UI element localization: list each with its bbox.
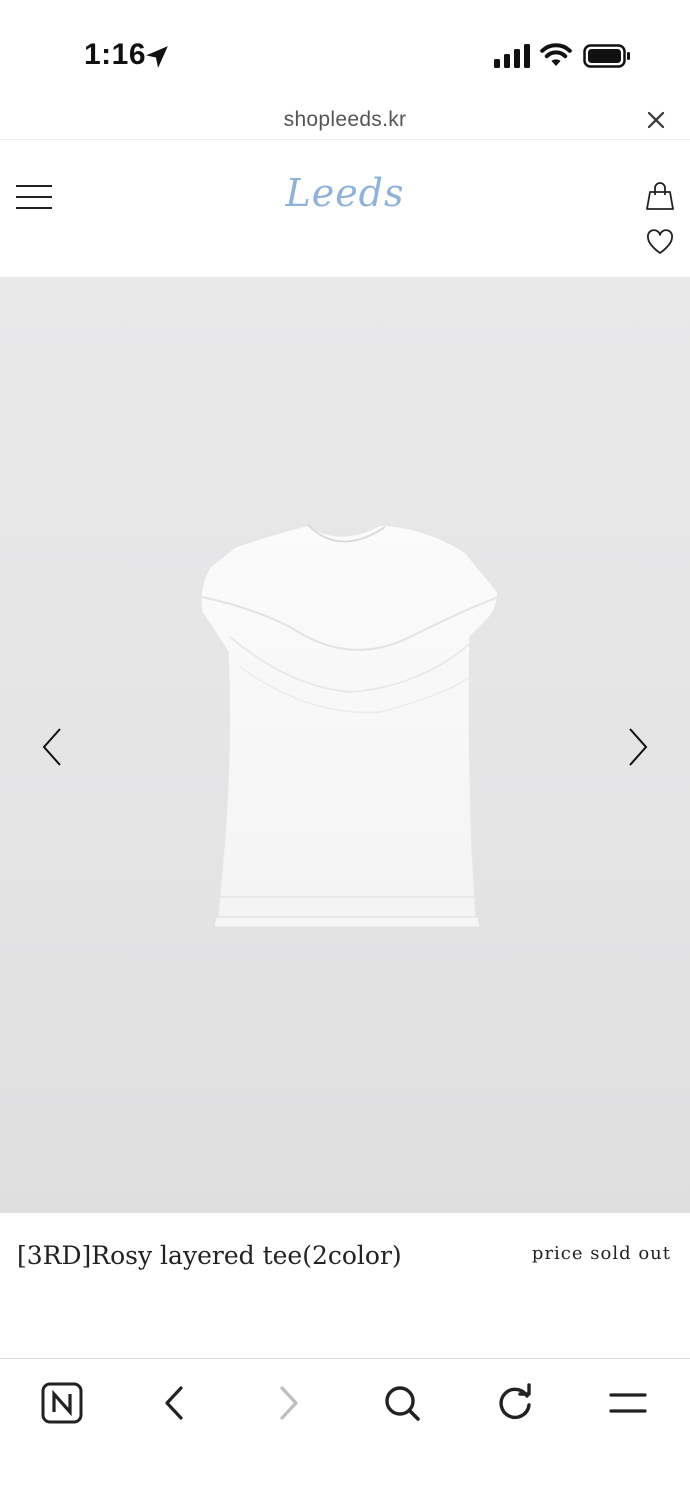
chevron-right-icon[interactable] [622, 725, 654, 769]
forward-arrow-icon[interactable] [264, 1379, 312, 1427]
product-name: [3RD]Rosy layered tee(2color) [17, 1241, 402, 1270]
site-logo[interactable]: Leeds [0, 171, 690, 215]
status-bar: 1:16 [0, 0, 690, 100]
battery-icon [583, 44, 630, 68]
naver-n-icon[interactable] [38, 1379, 86, 1427]
heart-icon[interactable] [646, 229, 674, 255]
menu-icon[interactable] [604, 1379, 652, 1427]
wifi-icon [540, 43, 572, 66]
url-bar: shopleeds.kr [0, 100, 690, 140]
price-status: price sold out [531, 1243, 671, 1264]
refresh-icon[interactable] [491, 1379, 539, 1427]
product-info: [3RD]Rosy layered tee(2color) price sold… [0, 1213, 690, 1359]
cellular-signal-icon [494, 44, 530, 68]
chevron-left-icon[interactable] [36, 725, 68, 769]
search-icon[interactable] [378, 1379, 426, 1427]
product-image[interactable] [0, 277, 690, 1213]
url-text[interactable]: shopleeds.kr [0, 108, 690, 132]
browser-toolbar [0, 1358, 690, 1500]
back-arrow-icon[interactable] [151, 1379, 199, 1427]
shopping-bag-icon[interactable] [646, 181, 674, 211]
site-header: Leeds [0, 141, 690, 277]
location-arrow-icon [146, 46, 168, 68]
close-icon[interactable] [644, 108, 668, 132]
white-draped-tee-photo [200, 524, 499, 928]
status-time: 1:16 [84, 38, 147, 71]
